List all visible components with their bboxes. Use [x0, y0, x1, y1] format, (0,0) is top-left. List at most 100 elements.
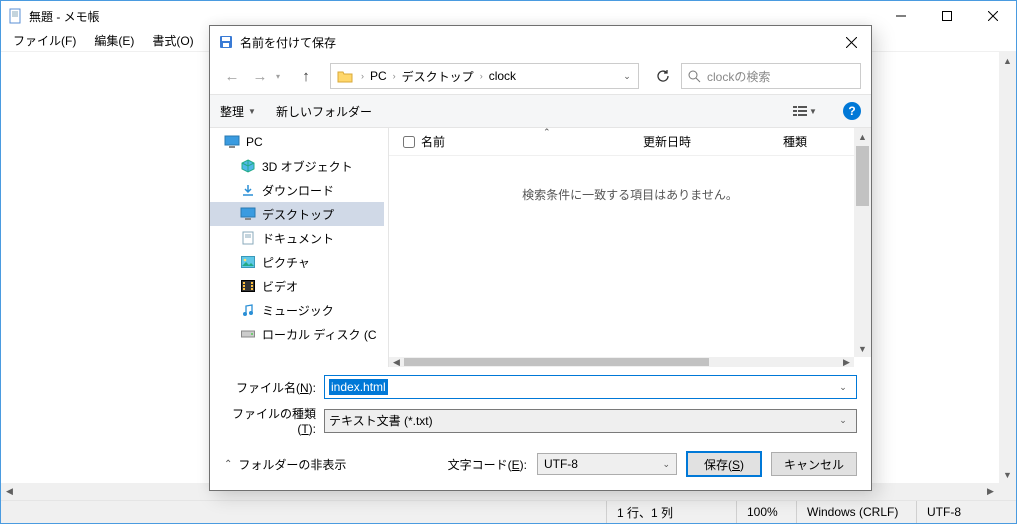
encoding-select[interactable]: UTF-8 ⌄: [537, 453, 677, 475]
search-icon: [688, 70, 701, 83]
sort-indicator-icon: ⌃: [543, 127, 551, 138]
notepad-statusbar: 1 行、1 列 100% Windows (CRLF) UTF-8: [1, 500, 1016, 523]
filelist-vscrollbar[interactable]: ▲ ▼: [854, 128, 871, 357]
back-button[interactable]: ←: [220, 64, 244, 88]
scroll-up-icon[interactable]: ▲: [854, 128, 871, 145]
video-icon: [240, 278, 256, 294]
tree-item-documents[interactable]: ドキュメント: [210, 226, 384, 250]
select-all-checkbox[interactable]: [403, 136, 415, 148]
vertical-scrollbar[interactable]: ▲ ▼: [999, 52, 1016, 483]
notepad-icon: [7, 8, 23, 24]
minimize-button[interactable]: [878, 1, 924, 31]
picture-icon: [240, 254, 256, 270]
pc-icon: [224, 134, 240, 150]
chevron-up-icon: ⌃: [224, 459, 232, 470]
scroll-right-icon[interactable]: ▶: [982, 483, 999, 500]
scroll-thumb[interactable]: [856, 146, 869, 206]
search-input[interactable]: clockの検索: [681, 63, 861, 89]
chevron-down-icon[interactable]: ⌄: [834, 382, 852, 393]
menu-edit[interactable]: 編集(E): [86, 31, 142, 51]
new-folder-button[interactable]: 新しいフォルダー: [276, 103, 372, 120]
chevron-down-icon[interactable]: ⌄: [656, 459, 670, 470]
scroll-down-icon[interactable]: ▼: [854, 340, 871, 357]
help-button[interactable]: ?: [843, 102, 861, 120]
scroll-left-icon[interactable]: ◀: [1, 483, 18, 500]
breadcrumb-desktop[interactable]: デスクトップ: [398, 68, 478, 85]
status-position: 1 行、1 列: [606, 501, 736, 523]
empty-message: 検索条件に一致する項目はありません。: [389, 156, 871, 367]
encoding-value: UTF-8: [544, 457, 656, 471]
menu-format[interactable]: 書式(O): [144, 31, 201, 51]
dialog-close-button[interactable]: [831, 26, 871, 58]
scroll-left-icon[interactable]: ◀: [389, 357, 404, 368]
breadcrumb-sep-icon[interactable]: ›: [478, 71, 485, 81]
maximize-button[interactable]: [924, 1, 970, 31]
tree-label: ローカル ディスク (C: [262, 326, 377, 343]
view-options-button[interactable]: ▼: [787, 100, 823, 122]
up-button[interactable]: ↑: [294, 64, 318, 88]
tree-item-pictures[interactable]: ピクチャ: [210, 250, 384, 274]
download-icon: [240, 182, 256, 198]
document-icon: [240, 230, 256, 246]
column-date[interactable]: 更新日時: [635, 133, 775, 150]
tree-label: ミュージック: [262, 302, 334, 319]
address-dropdown-icon[interactable]: ⌄: [616, 63, 638, 89]
desktop-icon: [240, 206, 256, 222]
chevron-down-icon[interactable]: ⌄: [834, 415, 852, 426]
address-bar[interactable]: › PC › デスクトップ › clock ⌄: [330, 63, 639, 89]
tree-item-videos[interactable]: ビデオ: [210, 274, 384, 298]
search-placeholder: clockの検索: [707, 68, 770, 85]
tree-item-localdisk[interactable]: ローカル ディスク (C: [210, 322, 384, 346]
organize-label: 整理: [220, 103, 244, 120]
organize-button[interactable]: 整理 ▼: [220, 103, 256, 120]
tree-item-music[interactable]: ミュージック: [210, 298, 384, 322]
column-name[interactable]: 名前: [395, 133, 635, 150]
status-zoom: 100%: [736, 501, 796, 523]
scroll-up-icon[interactable]: ▲: [999, 52, 1016, 69]
filetype-select[interactable]: テキスト文書 (*.txt) ⌄: [324, 409, 857, 433]
forward-button[interactable]: →: [248, 64, 272, 88]
breadcrumb-sep-icon[interactable]: ›: [391, 71, 398, 81]
hide-folders-toggle[interactable]: ⌃ フォルダーの非表示: [224, 456, 346, 473]
scroll-right-icon[interactable]: ▶: [839, 357, 854, 368]
column-type[interactable]: 種類: [775, 133, 815, 150]
tree-item-pc[interactable]: PC: [210, 130, 384, 154]
cancel-button[interactable]: キャンセル: [771, 452, 857, 476]
filename-value: index.html: [329, 379, 388, 395]
menu-file[interactable]: ファイル(F): [5, 31, 84, 51]
tree-label: PC: [246, 135, 263, 149]
save-as-dialog: 名前を付けて保存 ← → ▾ ↑ › PC › デスクトップ › clock ⌄: [209, 25, 872, 491]
music-icon: [240, 302, 256, 318]
tree-label: ピクチャ: [262, 254, 310, 271]
history-dropdown-icon[interactable]: ▾: [276, 72, 290, 81]
dialog-navbar: ← → ▾ ↑ › PC › デスクトップ › clock ⌄ clockの検索: [210, 58, 871, 94]
tree-label: ドキュメント: [262, 230, 334, 247]
save-button[interactable]: 保存(S): [687, 452, 761, 476]
breadcrumb-pc[interactable]: PC: [366, 69, 391, 83]
dialog-titlebar: 名前を付けて保存: [210, 26, 871, 58]
breadcrumb-clock[interactable]: clock: [485, 69, 520, 83]
filelist-hscrollbar[interactable]: ◀ ▶: [389, 357, 854, 367]
folder-tree[interactable]: PC 3D オブジェクト ダウンロード デスクトップ ドキュメント ピクチャ: [210, 128, 384, 367]
refresh-button[interactable]: [649, 63, 677, 89]
save-icon: [218, 34, 234, 50]
tree-label: ビデオ: [262, 278, 298, 295]
filename-input[interactable]: index.html ⌄: [324, 375, 857, 399]
file-list[interactable]: ⌃ 名前 更新日時 種類 検索条件に一致する項目はありません。 ▲ ▼ ◀ ▶: [388, 128, 871, 367]
dialog-title: 名前を付けて保存: [240, 34, 831, 51]
filetype-label: ファイルの種類(T):: [224, 405, 324, 436]
close-button[interactable]: [970, 1, 1016, 31]
tree-item-3dobjects[interactable]: 3D オブジェクト: [210, 154, 384, 178]
scroll-down-icon[interactable]: ▼: [999, 466, 1016, 483]
scroll-thumb[interactable]: [404, 358, 709, 366]
status-encoding: UTF-8: [916, 501, 1016, 523]
tree-item-downloads[interactable]: ダウンロード: [210, 178, 384, 202]
chevron-down-icon: ▼: [248, 107, 256, 116]
tree-item-desktop[interactable]: デスクトップ: [210, 202, 384, 226]
cube-icon: [240, 158, 256, 174]
tree-label: デスクトップ: [262, 206, 334, 223]
chevron-down-icon: ▼: [809, 107, 817, 116]
notepad-title: 無題 - メモ帳: [29, 8, 878, 25]
breadcrumb-sep-icon[interactable]: ›: [359, 71, 366, 81]
tree-label: 3D オブジェクト: [262, 158, 353, 175]
